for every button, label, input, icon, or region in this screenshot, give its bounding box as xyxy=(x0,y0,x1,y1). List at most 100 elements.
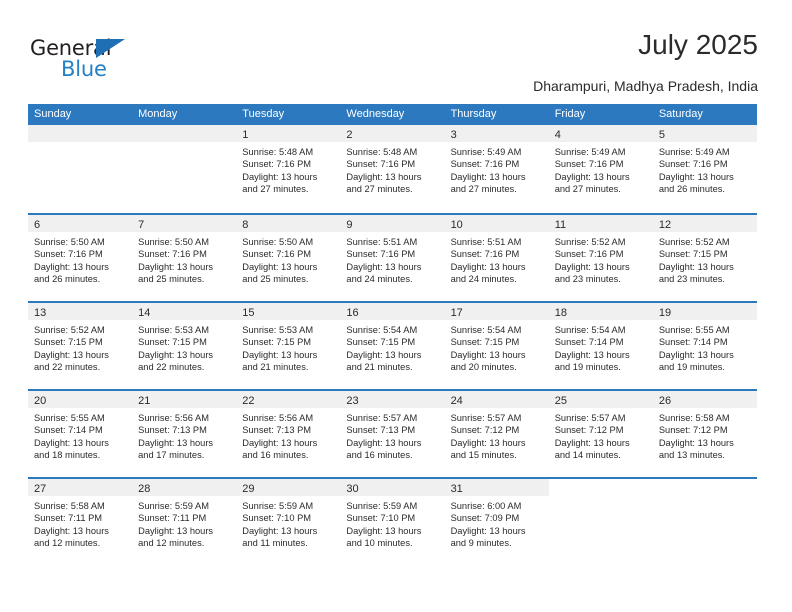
daylight-text: Daylight: 13 hours xyxy=(242,437,318,448)
day-detail-body: Sunrise: 5:52 AM Sunset: 7:15 PM Daylight:… xyxy=(28,320,132,373)
calendar-day-cell[interactable]: 4 Sunrise: 5:49 AM Sunset: 7:16 PM Daylight… xyxy=(548,125,653,213)
page-title: July 2025 xyxy=(638,29,758,60)
weekday-header-wednesday: Wednesday xyxy=(346,108,405,120)
calendar-day-cell[interactable]: 16 Sunrise: 5:54 AM Sunset: 7:15 PM Dayligh… xyxy=(340,303,445,389)
daylight-text-continued: and 26 minutes. xyxy=(658,183,725,194)
calendar-day-cell[interactable]: 7 Sunrise: 5:50 AM Sunset: 7:16 PM Daylight… xyxy=(132,215,237,301)
weekday-header-friday: Friday xyxy=(554,108,586,120)
day-number-band: 20 xyxy=(28,391,133,408)
sunrise-text: Sunrise: 5:52 AM xyxy=(658,237,730,247)
calendar-day-cell[interactable]: 6 Sunrise: 5:50 AM Sunset: 7:16 PM Daylight… xyxy=(28,215,133,301)
day-number-band: 23 xyxy=(340,391,445,408)
daylight-text-continued: and 12 minutes. xyxy=(138,537,205,548)
day-detail-body: Sunrise: 5:56 AM Sunset: 7:13 PM Daylight:… xyxy=(132,408,236,461)
calendar-day-cell[interactable]: 12 Sunrise: 5:52 AM Sunset: 7:15 PM Dayligh… xyxy=(652,215,757,301)
sunrise-text: Sunrise: 5:53 AM xyxy=(242,325,314,335)
day-number: 10 xyxy=(450,219,463,231)
sunset-text: Sunset: 7:16 PM xyxy=(242,249,312,260)
calendar-day-cell[interactable]: 2 Sunrise: 5:48 AM Sunset: 7:16 PM Daylight… xyxy=(340,125,445,213)
calendar-page: General Blue July 2025 Dharampuri, Madhy… xyxy=(0,0,792,612)
sunset-text: Sunset: 7:16 PM xyxy=(554,249,624,260)
day-detail-body: Sunrise: 5:53 AM Sunset: 7:15 PM Daylight:… xyxy=(236,320,340,373)
daylight-text: Daylight: 13 hours xyxy=(242,261,318,272)
daylight-text: Daylight: 13 hours xyxy=(450,525,526,536)
calendar-day-cell[interactable]: 30 Sunrise: 5:59 AM Sunset: 7:10 PM Dayligh… xyxy=(340,479,445,565)
sunrise-text: Sunrise: 5:55 AM xyxy=(658,325,730,335)
daylight-text: Daylight: 13 hours xyxy=(450,171,526,182)
calendar-day-cell[interactable]: 28 Sunrise: 5:59 AM Sunset: 7:11 PM Dayligh… xyxy=(132,479,237,565)
calendar-day-cell[interactable]: 18 Sunrise: 5:54 AM Sunset: 7:14 PM Dayligh… xyxy=(548,303,653,389)
daylight-text: Daylight: 13 hours xyxy=(554,349,630,360)
daylight-text-continued: and 25 minutes. xyxy=(242,273,309,284)
calendar-day-cell[interactable]: 15 Sunrise: 5:53 AM Sunset: 7:15 PM Dayligh… xyxy=(236,303,341,389)
daylight-text: Daylight: 13 hours xyxy=(346,525,422,536)
sunrise-text: Sunrise: 5:58 AM xyxy=(658,413,730,423)
daylight-text-continued: and 23 minutes. xyxy=(658,273,725,284)
calendar-day-cell[interactable]: 1 Sunrise: 5:48 AM Sunset: 7:16 PM Daylight… xyxy=(236,125,341,213)
day-number-band: 1 xyxy=(236,125,341,142)
sunrise-text: Sunrise: 5:49 AM xyxy=(554,147,626,157)
calendar-day-cell[interactable]: 31 Sunrise: 6:00 AM Sunset: 7:09 PM Dayligh… xyxy=(444,479,549,565)
weekday-header-sunday: Sunday xyxy=(34,108,72,120)
day-number-band: 3 xyxy=(444,125,549,142)
calendar-day-cell[interactable]: 29 Sunrise: 5:59 AM Sunset: 7:10 PM Dayligh… xyxy=(236,479,341,565)
sunset-text: Sunset: 7:16 PM xyxy=(34,249,103,260)
daylight-text: Daylight: 13 hours xyxy=(658,349,734,360)
daylight-text-continued: and 22 minutes. xyxy=(138,361,205,372)
sunset-text: Sunset: 7:16 PM xyxy=(346,159,416,170)
calendar-day-cell[interactable]: 9 Sunrise: 5:51 AM Sunset: 7:16 PM Daylight… xyxy=(340,215,445,301)
day-number: 21 xyxy=(138,395,151,407)
calendar-day-cell[interactable]: 8 Sunrise: 5:50 AM Sunset: 7:16 PM Daylight… xyxy=(236,215,341,301)
day-number: 2 xyxy=(346,129,353,141)
calendar-day-cell[interactable]: 24 Sunrise: 5:57 AM Sunset: 7:12 PM Dayligh… xyxy=(444,391,549,477)
calendar-day-cell[interactable]: 20 Sunrise: 5:55 AM Sunset: 7:14 PM Dayligh… xyxy=(28,391,133,477)
calendar-day-cell[interactable]: 11 Sunrise: 5:52 AM Sunset: 7:16 PM Dayligh… xyxy=(548,215,653,301)
calendar-day-cell[interactable]: 27 Sunrise: 5:58 AM Sunset: 7:11 PM Dayligh… xyxy=(28,479,133,565)
general-blue-logo[interactable]: General Blue xyxy=(30,36,170,88)
sunrise-text: Sunrise: 5:54 AM xyxy=(346,325,418,335)
daylight-text: Daylight: 13 hours xyxy=(346,437,422,448)
daylight-text-continued: and 22 minutes. xyxy=(34,361,101,372)
day-number-band: 19 xyxy=(652,303,757,320)
day-number-band: 21 xyxy=(132,391,237,408)
sunrise-text: Sunrise: 5:52 AM xyxy=(554,237,626,247)
calendar-day-cell[interactable]: 13 Sunrise: 5:52 AM Sunset: 7:15 PM Dayligh… xyxy=(28,303,133,389)
day-detail-body xyxy=(549,496,653,500)
day-detail-body: Sunrise: 5:56 AM Sunset: 7:13 PM Daylight:… xyxy=(236,408,340,461)
sunset-text: Sunset: 7:10 PM xyxy=(346,513,416,524)
calendar-day-cell-empty xyxy=(548,479,653,565)
calendar-day-cell[interactable]: 14 Sunrise: 5:53 AM Sunset: 7:15 PM Dayligh… xyxy=(132,303,237,389)
day-number-band xyxy=(28,125,133,142)
sunset-text: Sunset: 7:15 PM xyxy=(450,337,520,348)
sunrise-text: Sunrise: 5:49 AM xyxy=(658,147,730,157)
calendar-day-cell[interactable]: 21 Sunrise: 5:56 AM Sunset: 7:13 PM Dayligh… xyxy=(132,391,237,477)
calendar-day-cell[interactable]: 3 Sunrise: 5:49 AM Sunset: 7:16 PM Daylight… xyxy=(444,125,549,213)
day-number-band: 18 xyxy=(548,303,653,320)
day-number: 8 xyxy=(242,219,249,231)
day-detail-body: Sunrise: 5:57 AM Sunset: 7:12 PM Daylight:… xyxy=(445,408,549,461)
weekday-header-tuesday: Tuesday xyxy=(242,108,285,120)
day-number-band xyxy=(549,479,653,496)
calendar-day-cell[interactable]: 17 Sunrise: 5:54 AM Sunset: 7:15 PM Dayligh… xyxy=(444,303,549,389)
day-detail-body: Sunrise: 5:59 AM Sunset: 7:11 PM Daylight:… xyxy=(132,496,236,549)
day-detail-body: Sunrise: 5:50 AM Sunset: 7:16 PM Daylight:… xyxy=(132,232,236,285)
calendar-day-cell[interactable]: 5 Sunrise: 5:49 AM Sunset: 7:16 PM Daylight… xyxy=(652,125,757,213)
day-number-band: 11 xyxy=(548,215,653,232)
day-number-band: 22 xyxy=(236,391,341,408)
calendar-day-cell[interactable]: 25 Sunrise: 5:57 AM Sunset: 7:12 PM Dayligh… xyxy=(548,391,653,477)
day-number-band: 7 xyxy=(132,215,237,232)
calendar-day-cell[interactable]: 22 Sunrise: 5:56 AM Sunset: 7:13 PM Dayligh… xyxy=(236,391,341,477)
calendar-day-cell[interactable]: 10 Sunrise: 5:51 AM Sunset: 7:16 PM Dayligh… xyxy=(444,215,549,301)
daylight-text: Daylight: 13 hours xyxy=(658,261,734,272)
sunrise-text: Sunrise: 5:53 AM xyxy=(138,325,209,335)
sunset-text: Sunset: 7:16 PM xyxy=(450,159,520,170)
calendar-day-cell[interactable]: 19 Sunrise: 5:55 AM Sunset: 7:14 PM Dayligh… xyxy=(652,303,757,389)
calendar-day-cell[interactable]: 26 Sunrise: 5:58 AM Sunset: 7:12 PM Dayligh… xyxy=(652,391,757,477)
daylight-text: Daylight: 13 hours xyxy=(450,261,526,272)
daylight-text: Daylight: 13 hours xyxy=(554,437,630,448)
daylight-text-continued: and 16 minutes. xyxy=(242,449,309,460)
sunrise-text: Sunrise: 5:50 AM xyxy=(138,237,209,247)
sunset-text: Sunset: 7:15 PM xyxy=(138,337,207,348)
daylight-text: Daylight: 13 hours xyxy=(346,171,422,182)
calendar-day-cell[interactable]: 23 Sunrise: 5:57 AM Sunset: 7:13 PM Dayligh… xyxy=(340,391,445,477)
